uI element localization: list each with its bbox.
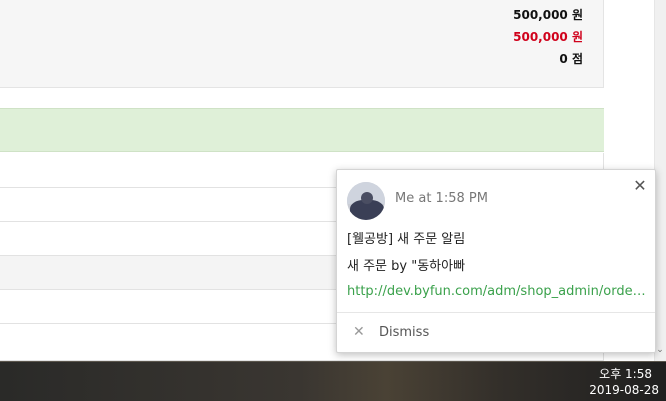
close-icon[interactable]: ✕: [632, 177, 648, 195]
divider: [337, 312, 655, 313]
dismiss-icon: ✕: [353, 324, 365, 340]
summary-payment-amount: 500,000 원: [513, 30, 583, 44]
order-summary-panel: 500,000 원 500,000 원 0 점: [0, 0, 604, 88]
dismiss-label: Dismiss: [379, 325, 430, 340]
notification-popup[interactable]: Me at 1:58 PM ✕ [웰공방] 새 주문 알림 새 주문 by "동…: [336, 169, 656, 353]
notification-sender-time: Me at 1:58 PM: [395, 191, 488, 206]
dismiss-button[interactable]: ✕ Dismiss: [353, 324, 429, 342]
taskbar-clock-time[interactable]: 오후 1:58: [599, 365, 652, 382]
notification-body: 새 주문 by "동하아빠: [347, 259, 466, 274]
notification-link[interactable]: http://dev.byfun.com/adm/shop_admin/orde…: [347, 284, 649, 299]
taskbar: 오후 1:58 2019-08-28: [0, 361, 666, 401]
summary-total-amount: 500,000 원: [513, 8, 583, 22]
avatar: [347, 182, 385, 220]
screen: 500,000 원 500,000 원 0 점 ⌄ Me at 1:58 PM …: [0, 0, 666, 401]
summary-points: 0 점: [559, 52, 583, 66]
success-message-band: [0, 108, 604, 152]
taskbar-clock-date[interactable]: 2019-08-28: [589, 383, 659, 397]
notification-title: [웰공방] 새 주문 알림: [347, 232, 466, 247]
